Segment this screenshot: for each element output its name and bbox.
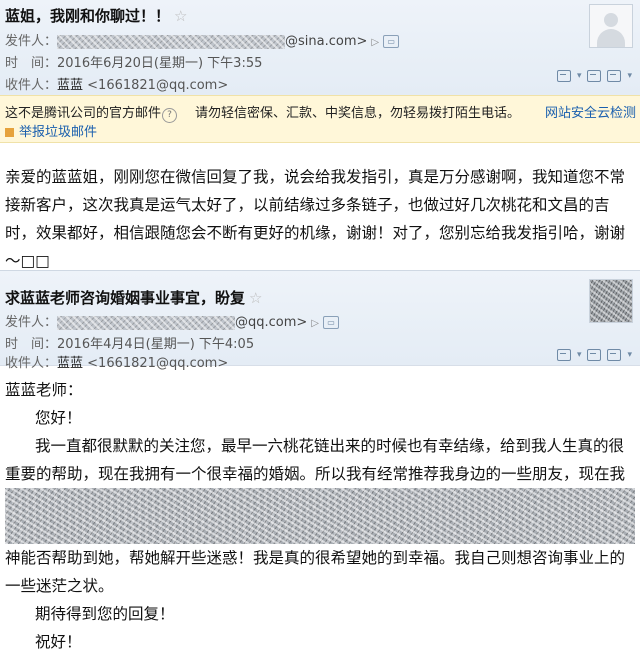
recipient-label: 收件人： (5, 356, 58, 371)
closing-line: 祝好！ (35, 633, 82, 651)
dropdown-icon[interactable]: ▾ (577, 350, 582, 360)
email-subject-text: 蓝姐，我刚和你聊过！！ (5, 7, 171, 25)
recipient-name[interactable]: 蓝蓝 (57, 356, 83, 371)
window-icon[interactable] (556, 349, 571, 361)
closing-line: 期待得到您的回复！ (35, 605, 175, 623)
sender-address[interactable]: @qq.com> (235, 315, 307, 330)
report-spam-text[interactable]: 举报垃圾邮件 (19, 125, 97, 140)
warning-line: 这不是腾讯公司的官方邮件? 请勿轻信密保、汇款、中奖信息，勿轻易拨打陌生电话。 (5, 102, 520, 123)
sender-redacted (57, 34, 285, 49)
contact-card-icon[interactable]: ▭ (323, 316, 339, 329)
body-line: 我一直都很默默的关注您，最早一六桃花链出来的时候也有幸结缘，给到我人生真的很 (35, 437, 625, 455)
time-label: 时 间： (5, 56, 58, 71)
email-subject-text: 求蓝蓝老师咨询婚姻事业事宜，盼复 (5, 289, 246, 307)
star-icon[interactable]: ☆ (174, 7, 187, 25)
star-icon[interactable]: ☆ (249, 289, 262, 307)
contact-card-icon[interactable]: ▭ (383, 35, 400, 48)
security-scan-link[interactable]: 网站安全云检测 (545, 102, 636, 121)
help-icon[interactable]: ? (162, 108, 178, 123)
recipient-label: 收件人： (5, 78, 58, 93)
more-icon[interactable]: ▾ (627, 350, 632, 360)
email-body: 蓝蓝老师： 您好！ 我一直都很默默的关注您，最早一六桃花链出来的时候也有幸结缘，… (5, 376, 635, 656)
email-message-1: 蓝姐，我刚和你聊过！！ ☆ 发件人： @sina.com> ▷ ▭ 时 间：2016年6… (0, 0, 640, 270)
time-value: 2016年6月20日(星期一) 下午3:55 (57, 56, 263, 71)
email-header: 求蓝蓝老师咨询婚姻事业事宜，盼复 ☆ 发件人： @qq.com> ▷ ▭ 时 间：201… (0, 271, 640, 371)
print-icon[interactable] (587, 349, 602, 361)
dropdown-icon[interactable]: ▾ (577, 71, 582, 81)
email-header: 蓝姐，我刚和你聊过！！ ☆ 发件人： @sina.com> ▷ ▭ 时 间：2016年6… (0, 0, 640, 95)
mail-icon[interactable] (607, 349, 622, 361)
body-line: 一些迷茫之状。 (5, 577, 114, 595)
recipient-row: 收件人：蓝蓝 <1661821@qq.com> (5, 352, 228, 371)
window-icon[interactable] (556, 70, 571, 82)
body-line: 神能否帮助到她，帮她解开些迷惑！我是真的很希望她的到幸福。我自己则想咨询事业上的 (5, 549, 626, 567)
chevron-icon[interactable]: ▷ (311, 318, 319, 329)
chevron-icon[interactable]: ▷ (371, 37, 379, 48)
security-warning-bar: 这不是腾讯公司的官方邮件? 请勿轻信密保、汇款、中奖信息，勿轻易拨打陌生电话。 网… (0, 95, 640, 143)
report-icon (5, 128, 14, 137)
warning-tip: 请勿轻信密保、汇款、中奖信息，勿轻易拨打陌生电话。 (195, 106, 521, 121)
print-icon[interactable] (587, 70, 602, 82)
time-row: 时 间：2016年4月4日(星期一) 下午4:05 (5, 333, 254, 352)
header-toolbar: ▾ ▾ (556, 349, 632, 361)
avatar-body-shape (597, 29, 625, 47)
redacted-text-block (5, 488, 635, 544)
body-line: 重要的帮助，现在我拥有一个很幸福的婚姻。所以我有经常推荐我身边的一些朋友，现在我 (5, 465, 626, 483)
avatar[interactable] (589, 4, 633, 48)
sender-label: 发件人： (5, 315, 58, 330)
recipient-address[interactable]: <1661821@qq.com> (87, 356, 228, 371)
recipient-name[interactable]: 蓝蓝 (57, 78, 83, 93)
report-spam-link[interactable]: 举报垃圾邮件 (5, 121, 97, 140)
email-message-2: 求蓝蓝老师咨询婚姻事业事宜，盼复 ☆ 发件人： @qq.com> ▷ ▭ 时 间：201… (0, 270, 640, 651)
recipient-row: 收件人：蓝蓝 <1661821@qq.com> (5, 74, 228, 93)
warning-text: 这不是腾讯公司的官方邮件 (5, 106, 162, 121)
body-line: 接新客户，这次我真是运气太好了，以前结缘过多条链子，也做过好几次桃花和文昌的吉 (5, 196, 610, 214)
email-subject: 蓝姐，我刚和你聊过！！ ☆ (5, 5, 187, 26)
sender-label: 发件人： (5, 34, 58, 49)
sender-row: 发件人： @sina.com> ▷ ▭ (5, 30, 400, 49)
time-row: 时 间：2016年6月20日(星期一) 下午3:55 (5, 52, 262, 71)
mail-icon[interactable] (607, 70, 622, 82)
sender-address[interactable]: @sina.com> (285, 34, 367, 49)
time-label: 时 间： (5, 337, 58, 352)
time-value: 2016年4月4日(星期一) 下午4:05 (57, 337, 255, 352)
body-line: 亲爱的蓝蓝姐，刚刚您在微信回复了我，说会给我发指引，真是万分感谢啊，我知道您不常 (5, 168, 626, 186)
sender-row: 发件人： @qq.com> ▷ ▭ (5, 311, 339, 330)
header-toolbar: ▾ ▾ (556, 70, 632, 82)
salutation: 您好！ (35, 409, 82, 427)
body-line: 时，效果都好，相信跟随您会不断有更好的机缘，谢谢！对了，您别忘给我发指引哈，谢谢 (5, 224, 626, 242)
avatar[interactable] (589, 279, 633, 323)
email-body: 亲爱的蓝蓝姐，刚刚您在微信回复了我，说会给我发指引，真是万分感谢啊，我知道您不常… (5, 163, 635, 275)
recipient-address[interactable]: <1661821@qq.com> (87, 78, 228, 93)
greeting: 蓝蓝老师： (5, 381, 83, 399)
sender-redacted (57, 315, 235, 330)
more-icon[interactable]: ▾ (627, 71, 632, 81)
avatar-head-shape (604, 13, 618, 27)
email-subject: 求蓝蓝老师咨询婚姻事业事宜，盼复 ☆ (5, 287, 262, 308)
